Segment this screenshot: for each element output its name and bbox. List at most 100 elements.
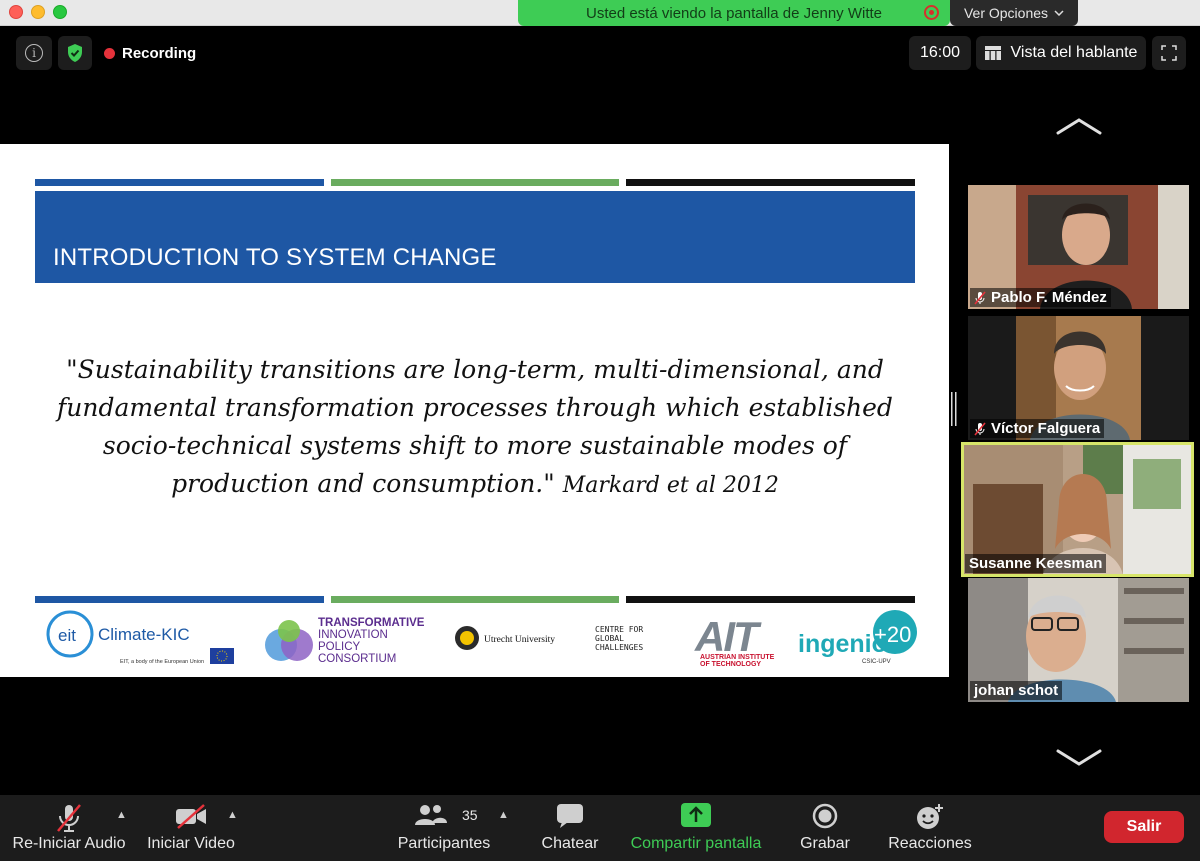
recording-dot-icon xyxy=(104,47,115,59)
speaker-view-label: Vista del hablante xyxy=(1010,44,1138,61)
participant-name-tag: Víctor Falguera xyxy=(970,419,1105,438)
chat-bubble-icon xyxy=(557,804,583,828)
participant-name: Pablo F. Méndez xyxy=(991,289,1107,306)
zoom-window-button[interactable] xyxy=(53,5,67,19)
participant-name-tag: Pablo F. Méndez xyxy=(970,288,1111,307)
microphone-muted-icon xyxy=(974,290,986,305)
participant-name: Víctor Falguera xyxy=(991,420,1101,437)
participant-name-tag: Susanne Keesman xyxy=(965,554,1107,573)
reactions-smiley-icon xyxy=(917,804,943,829)
video-tile-pablo[interactable]: Pablo F. Méndez xyxy=(968,185,1189,309)
cgc-line-2: GLOBAL xyxy=(595,634,624,643)
gallery-scroll-down-icon[interactable] xyxy=(1055,748,1103,768)
participant-name: johan schot xyxy=(974,682,1059,699)
video-tile-johan[interactable]: johan schot xyxy=(968,578,1189,702)
share-screen-label: Compartir pantalla xyxy=(630,835,762,852)
slide-title: INTRODUCTION TO SYSTEM CHANGE xyxy=(35,191,915,283)
video-camera-off-icon xyxy=(176,804,206,829)
participants-button[interactable]: 35 Participantes xyxy=(388,795,500,861)
tipc-line-3: POLICY xyxy=(318,641,361,653)
tipc-logo: TRANSFORMATIVE INNOVATION POLICY CONSORT… xyxy=(265,617,425,665)
microphone-muted-icon xyxy=(974,421,986,436)
meeting-timer: 16:00 xyxy=(909,36,971,70)
microphone-muted-icon xyxy=(57,804,81,832)
view-options-label: Ver Opciones xyxy=(963,5,1049,21)
audio-label: Re-Iniciar Audio xyxy=(12,835,126,852)
participant-name-tag: johan schot xyxy=(970,681,1063,700)
slide-top-bar-black xyxy=(626,179,915,186)
climate-kic-name: Climate-KIC xyxy=(98,625,190,644)
rejoin-audio-button[interactable]: Re-Iniciar Audio xyxy=(8,795,130,861)
utrecht-name: Utrecht University xyxy=(484,635,555,645)
recording-label: Recording xyxy=(122,44,197,62)
record-icon xyxy=(812,803,838,829)
stop-share-icon[interactable] xyxy=(924,5,939,20)
slide-bottom-bar-green xyxy=(331,596,619,603)
video-tile-victor[interactable]: Víctor Falguera xyxy=(968,316,1189,440)
shield-check-icon xyxy=(68,44,82,62)
ait-line-1: AUSTRIAN INSTITUTE xyxy=(700,654,775,661)
slide-bottom-bar-black xyxy=(626,596,915,603)
slide-citation: Markard et al 2012 xyxy=(562,473,779,498)
video-tile-susanne[interactable]: Susanne Keesman xyxy=(961,442,1194,577)
resize-handle-icon xyxy=(951,392,957,426)
gallery-scroll-up-icon[interactable] xyxy=(1055,116,1103,136)
centre-global-challenges-logo: CENTRE FOR GLOBAL CHALLENGES xyxy=(595,625,643,652)
climate-kic-tagline: EIT, a body of the European Union xyxy=(120,659,204,665)
utrecht-university-logo: Utrecht University xyxy=(455,626,555,650)
reactions-button[interactable]: Reacciones xyxy=(882,795,978,861)
participants-label: Participantes xyxy=(397,835,491,852)
grid-view-icon xyxy=(984,46,1001,60)
participants-icon xyxy=(414,805,447,825)
video-options-caret-icon[interactable]: ▲ xyxy=(227,809,238,821)
participants-count: 35 xyxy=(462,807,478,823)
close-window-button[interactable] xyxy=(9,5,23,19)
ingenio-wordmark: ingenio xyxy=(798,630,887,658)
tipc-line-1: TRANSFORMATIVE xyxy=(318,617,425,629)
slide-quote-block: "Sustainability transitions are long-ter… xyxy=(40,351,910,505)
panel-resize-handle[interactable] xyxy=(951,392,957,426)
slide-top-bar-green xyxy=(331,179,619,186)
leave-meeting-button[interactable]: Salir xyxy=(1104,811,1184,843)
svg-text:eit: eit xyxy=(58,626,76,645)
ingenio-logo: +20 ingenio CSIC-UPV xyxy=(798,610,917,665)
video-label: Iniciar Video xyxy=(147,835,235,852)
shared-screen-slide: INTRODUCTION TO SYSTEM CHANGE "Sustainab… xyxy=(0,144,949,677)
info-icon: i xyxy=(25,44,43,62)
chevron-down-icon xyxy=(1054,10,1064,16)
ingenio-sub: CSIC-UPV xyxy=(862,659,891,665)
cgc-line-1: CENTRE FOR xyxy=(595,625,643,634)
meeting-info-button[interactable]: i xyxy=(16,36,52,70)
fullscreen-icon xyxy=(1161,45,1177,61)
participant-name: Susanne Keesman xyxy=(969,555,1103,572)
ait-logo: AIT AUSTRIAN INSTITUTE OF TECHNOLOGY xyxy=(694,613,775,668)
minimize-window-button[interactable] xyxy=(31,5,45,19)
partner-logos: eit Climate-KIC EIT, a body of the Europ… xyxy=(46,610,917,668)
recording-indicator[interactable]: Recording xyxy=(104,41,196,65)
view-options-button[interactable]: Ver Opciones xyxy=(950,0,1078,26)
speaker-view-button[interactable]: Vista del hablante xyxy=(976,36,1146,70)
share-banner-text: Usted está viendo la pantalla de Jenny W… xyxy=(585,4,882,22)
share-screen-button[interactable]: Compartir pantalla xyxy=(624,795,768,861)
audio-options-caret-icon[interactable]: ▲ xyxy=(116,809,127,821)
slide-top-bar-blue xyxy=(35,179,324,186)
ait-wordmark: AIT xyxy=(694,613,762,660)
screen-share-banner: Usted está viendo la pantalla de Jenny W… xyxy=(518,0,950,26)
record-label: Grabar xyxy=(800,835,850,852)
chat-button[interactable]: Chatear xyxy=(530,795,610,861)
reactions-label: Reacciones xyxy=(888,835,972,852)
security-button[interactable] xyxy=(58,36,92,70)
ait-line-2: OF TECHNOLOGY xyxy=(700,661,761,668)
chat-label: Chatear xyxy=(541,835,599,852)
tipc-line-4: CONSORTIUM xyxy=(318,653,396,665)
climate-kic-logo: eit Climate-KIC EIT, a body of the Europ… xyxy=(46,610,234,665)
start-video-button[interactable]: Iniciar Video xyxy=(138,795,244,861)
tipc-line-2: INNOVATION xyxy=(318,629,388,641)
meeting-toolbar: Re-Iniciar Audio ▲ Iniciar Video ▲ 35 Pa… xyxy=(0,795,1200,861)
record-button[interactable]: Grabar xyxy=(790,795,860,861)
fullscreen-button[interactable] xyxy=(1152,36,1186,70)
participants-options-caret-icon[interactable]: ▲ xyxy=(498,809,509,821)
cgc-line-3: CHALLENGES xyxy=(595,643,643,652)
share-screen-icon xyxy=(681,803,711,827)
slide-bottom-bar-blue xyxy=(35,596,324,603)
